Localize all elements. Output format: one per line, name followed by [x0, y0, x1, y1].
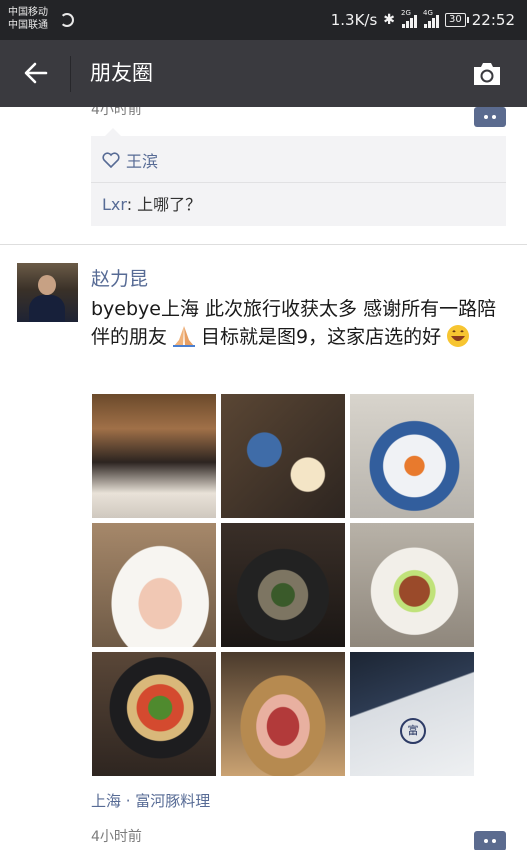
avatar[interactable] [17, 263, 78, 322]
comment-item[interactable]: Lxr: 上哪了？ [102, 191, 201, 215]
photo-3[interactable] [350, 394, 474, 518]
carrier-labels: 中国移动 中国联通 [8, 6, 48, 32]
prev-post-more-button[interactable] [474, 107, 506, 127]
photo-9[interactable]: 富 [350, 652, 474, 776]
photo-2[interactable] [221, 394, 345, 518]
photo-5[interactable] [221, 523, 345, 647]
camera-icon[interactable] [471, 61, 503, 87]
signal-icon-1: 2G [401, 9, 418, 28]
grinning-face-icon [447, 325, 470, 347]
liker-name[interactable]: 王滨 [126, 148, 158, 172]
comment-author[interactable]: Lxr [102, 195, 127, 214]
photo-6[interactable] [350, 523, 474, 647]
post-author[interactable]: 赵力昆 [91, 264, 148, 291]
photo-7[interactable] [92, 652, 216, 776]
sync-icon [60, 13, 74, 27]
post-text-part-2: 目标就是图9，这家店选的好 [201, 326, 442, 348]
post-more-button[interactable] [474, 831, 506, 850]
page-title: 朋友圈 [90, 61, 153, 85]
comment-text: 上哪了？ [137, 195, 202, 214]
signal-icon-2: 4G [423, 9, 440, 28]
photo-4[interactable] [92, 523, 216, 647]
battery-icon: 30 [445, 13, 469, 27]
post-location[interactable]: 上海 · 富河豚料理 [91, 790, 210, 811]
comment-separator: : [126, 195, 138, 214]
post-divider [0, 244, 527, 245]
photo-1[interactable] [92, 394, 216, 518]
network-speed: 1.3K/s [330, 11, 378, 29]
moments-feed[interactable]: 4小时前 王滨 Lxr: 上哪了？ 赵力昆 byebye上海 此次旅行收获太多 … [0, 107, 527, 850]
status-right: 1.3K/s ✱ 2G 4G 30 22:52 [325, 9, 515, 31]
network-type-2: 4G [423, 9, 433, 17]
network-type-1: 2G [401, 9, 411, 17]
prev-post-time: 4小时前 [91, 107, 142, 118]
bluetooth-icon: ✱ [383, 12, 396, 28]
restaurant-logo: 富 [400, 718, 426, 744]
carrier-1: 中国移动 [8, 7, 48, 18]
post-time: 4小时前 [91, 829, 142, 845]
photo-grid: 富 [92, 394, 474, 776]
status-bar: 中国移动 中国联通 1.3K/s ✱ 2G 4G 30 22:52 [0, 0, 527, 40]
heart-icon [102, 152, 120, 168]
nav-bar: 朋友圈 [0, 40, 527, 107]
clock: 22:52 [471, 11, 515, 29]
carrier-2: 中国联通 [8, 20, 48, 31]
post-text: byebye上海 此次旅行收获太多 感谢所有一路陪伴的朋友 目标就是图9，这家店… [91, 295, 511, 351]
likes-row: 王滨 [102, 148, 158, 172]
prev-post-comments: 王滨 Lxr: 上哪了？ [91, 128, 506, 226]
back-arrow-icon[interactable] [22, 59, 50, 87]
photo-8[interactable] [221, 652, 345, 776]
nav-divider [70, 56, 71, 92]
comments-divider [91, 182, 506, 183]
folded-hands-icon [173, 326, 196, 347]
